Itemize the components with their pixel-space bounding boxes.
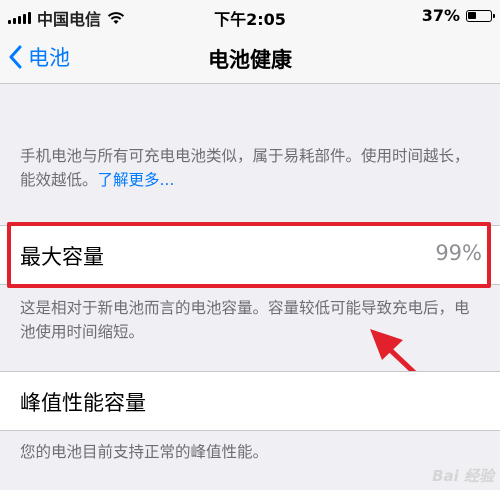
navigation-bar: 电池 电池健康 bbox=[0, 32, 500, 84]
battery-percent: 37% bbox=[421, 6, 460, 25]
status-bar: 中国电信 下午2:05 37% bbox=[0, 0, 500, 32]
red-highlight-box bbox=[7, 222, 491, 288]
battery-level-fill bbox=[468, 11, 476, 19]
battery-icon bbox=[466, 9, 495, 22]
intro-text: 手机电池与所有可充电电池类似，属于易耗部件。使用时间越长，能效越低。 bbox=[20, 147, 470, 189]
page-title: 电池健康 bbox=[208, 48, 292, 72]
intro-description: 手机电池与所有可充电电池类似，属于易耗部件。使用时间越长，能效越低。了解更多..… bbox=[20, 144, 480, 192]
peak-performance-row: 峰值性能容量 bbox=[0, 371, 500, 431]
status-right: 37% bbox=[421, 6, 495, 25]
watermark-logo: Bai 经验 bbox=[432, 467, 494, 485]
peak-performance-label: 峰值性能容量 bbox=[20, 391, 146, 415]
peak-performance-description: 您的电池目前支持正常的峰值性能。 bbox=[20, 443, 269, 461]
learn-more-link[interactable]: 了解更多... bbox=[98, 171, 175, 189]
